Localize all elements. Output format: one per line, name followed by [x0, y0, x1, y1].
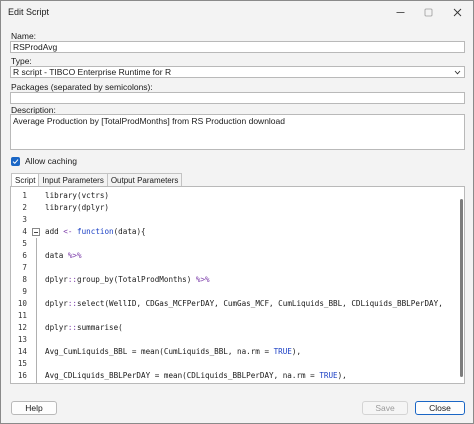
- line-number: 2: [22, 203, 27, 212]
- line-number: 10: [17, 299, 27, 308]
- code-text: Avg_CDLiquids_BBLPerDAY = mean(CDLiquids…: [45, 371, 347, 380]
- script-editor-content[interactable]: 1 library(vctrs) 2 library(dplyr) 3 4 add <- f…: [11, 187, 457, 383]
- minimize-icon: [396, 11, 404, 13]
- fold-guide-line: [36, 238, 37, 383]
- line-number: 4: [22, 227, 27, 236]
- code-line[interactable]: 8 dplyr::group_by(TotalProdMonths) %>%: [11, 274, 457, 286]
- line-number: 6: [22, 251, 27, 260]
- allow-caching-row: Allow caching: [11, 156, 77, 166]
- code-text: library(vctrs): [45, 191, 110, 200]
- name-input[interactable]: RSProdAvg: [10, 41, 465, 53]
- code-text: dplyr::summarise(: [45, 323, 123, 332]
- code-line[interactable]: 4 add <- function(data){: [11, 226, 457, 238]
- line-number: 11: [17, 311, 27, 320]
- code-text: Avg_CumLiquids_BBL = mean(CumLiquids_BBL…: [45, 347, 302, 356]
- editor-scrollbar[interactable]: [460, 199, 463, 377]
- line-number: 8: [22, 275, 27, 284]
- type-dropdown[interactable]: R script - TIBCO Enterprise Runtime for …: [10, 66, 465, 78]
- line-number: 5: [22, 239, 27, 248]
- code-line[interactable]: 13: [11, 334, 457, 346]
- line-number: 17: [11, 382, 27, 383]
- window-title: Edit Script: [8, 7, 50, 17]
- line-number: 7: [22, 263, 27, 272]
- maximize-icon: [424, 8, 432, 16]
- line-number: 12: [17, 323, 27, 332]
- packages-label: Packages (separated by semicolons):: [11, 82, 153, 92]
- description-textarea[interactable]: Average Production by [TotalProdMonths] …: [10, 114, 465, 150]
- line-number: 13: [17, 335, 27, 344]
- code-line[interactable]: 12 dplyr::summarise(: [11, 322, 457, 334]
- code-text: add <- function(data){: [45, 227, 146, 236]
- maximize-button[interactable]: [414, 1, 442, 23]
- code-line[interactable]: 1 library(vctrs): [11, 190, 457, 202]
- code-line[interactable]: 2 library(dplyr): [11, 202, 457, 214]
- code-text: data %>%: [45, 251, 82, 260]
- code-text: dplyr::select(WellID, CDGas_MCFPerDAY, C…: [45, 299, 443, 308]
- code-line[interactable]: 9: [11, 286, 457, 298]
- code-line[interactable]: 3: [11, 214, 457, 226]
- packages-input[interactable]: [10, 92, 465, 104]
- code-line[interactable]: 7: [11, 262, 457, 274]
- tab-output-parameters[interactable]: Output Parameters: [106, 173, 183, 187]
- close-button[interactable]: Close: [415, 401, 465, 415]
- tab-input-parameters[interactable]: Input Parameters: [38, 173, 108, 187]
- fold-collapse-icon[interactable]: [32, 228, 40, 236]
- line-number: 15: [17, 359, 27, 368]
- checkmark-icon: [12, 158, 19, 164]
- allow-caching-checkbox[interactable]: [11, 156, 20, 166]
- code-line[interactable]: 17: [11, 382, 457, 383]
- edit-script-dialog: Edit Script Name: RSProdAvg Type: R scri…: [0, 0, 474, 424]
- allow-caching-label: Allow caching: [25, 156, 77, 166]
- code-text: library(dplyr): [45, 203, 110, 212]
- code-line[interactable]: 5: [11, 238, 457, 250]
- minimize-button[interactable]: [386, 1, 414, 23]
- close-icon: [453, 8, 461, 16]
- close-window-button[interactable]: [443, 1, 471, 23]
- code-line[interactable]: 15: [11, 358, 457, 370]
- script-tabs: Script Input Parameters Output Parameter…: [11, 173, 183, 188]
- chevron-down-icon: [454, 70, 461, 75]
- line-number: 14: [17, 347, 27, 356]
- title-bar: Edit Script: [1, 1, 473, 23]
- line-number: 3: [22, 215, 27, 224]
- script-editor[interactable]: 1 library(vctrs) 2 library(dplyr) 3 4 add <- f…: [10, 186, 465, 384]
- line-number: 9: [22, 287, 27, 296]
- code-line[interactable]: 14 Avg_CumLiquids_BBL = mean(CumLiquids_B…: [11, 346, 457, 358]
- line-number: 16: [17, 371, 27, 380]
- type-label: Type:: [11, 56, 32, 66]
- code-line[interactable]: 6 data %>%: [11, 250, 457, 262]
- line-number: 1: [22, 191, 27, 200]
- type-dropdown-value: R script - TIBCO Enterprise Runtime for …: [13, 67, 172, 77]
- name-label: Name:: [11, 31, 37, 41]
- help-button[interactable]: Help: [11, 401, 57, 415]
- code-line[interactable]: 10 dplyr::select(WellID, CDGas_MCFPerDAY,…: [11, 298, 457, 310]
- save-button[interactable]: Save: [362, 401, 408, 415]
- code-text: dplyr::group_by(TotalProdMonths) %>%: [45, 275, 210, 284]
- code-line[interactable]: 11: [11, 310, 457, 322]
- code-line[interactable]: 16 Avg_CDLiquids_BBLPerDAY = mean(CDLiqui…: [11, 370, 457, 382]
